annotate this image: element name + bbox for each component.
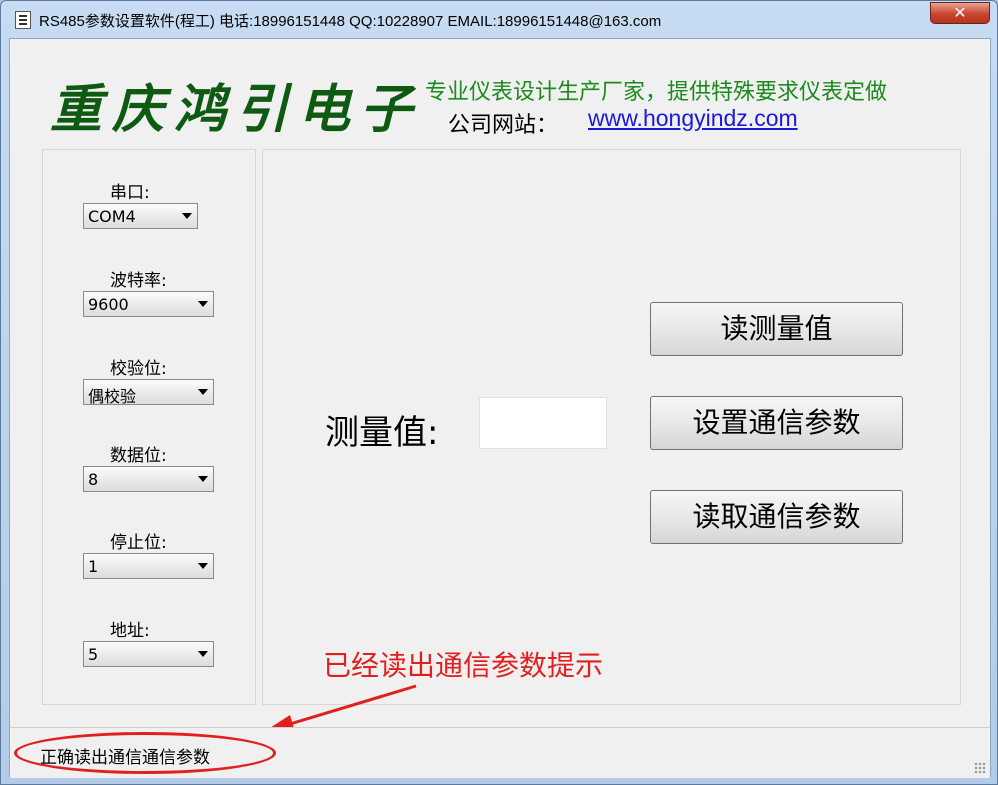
website-label: 公司网站： [448, 113, 559, 138]
chevron-down-icon [198, 389, 208, 395]
baud-label: 波特率: [110, 271, 167, 291]
parity-select[interactable]: 偶校验 [83, 379, 214, 406]
status-bar: 正确读出通信通信参数 [10, 727, 990, 778]
databits-select[interactable]: 8 [83, 466, 214, 492]
parity-value: 偶校验 [88, 387, 137, 406]
title-bar[interactable]: RS485参数设置软件(程工) 电话:18996151448 QQ:102289… [1, 1, 997, 37]
read-measure-button[interactable]: 读测量值 [650, 302, 903, 356]
stopbits-value: 1 [88, 557, 99, 576]
stopbits-select[interactable]: 1 [83, 553, 214, 579]
databits-value: 8 [88, 470, 99, 489]
client-area: 重庆鸿引电子 专业仪表设计生产厂家，提供特殊要求仪表定做 公司网站： www.h… [9, 38, 991, 778]
baud-select[interactable]: 9600 [83, 291, 214, 317]
company-logo: 重庆鸿引电子 [50, 79, 423, 140]
chevron-down-icon [182, 213, 192, 219]
close-icon: ✕ [953, 3, 967, 22]
address-select[interactable]: 5 [83, 641, 214, 667]
measure-label: 测量值: [325, 413, 439, 453]
baud-value: 9600 [88, 295, 129, 314]
chevron-down-icon [198, 651, 208, 657]
app-icon[interactable] [15, 11, 31, 29]
port-label: 串口: [110, 183, 150, 203]
stopbits-label: 停止位: [110, 533, 167, 553]
app-window: RS485参数设置软件(程工) 电话:18996151448 QQ:102289… [0, 0, 998, 785]
chevron-down-icon [198, 563, 208, 569]
serial-settings-panel: 串口: COM4 波特率: 9600 校验位: 偶校验 数据位: 8 停止位: [42, 149, 256, 705]
website-link[interactable]: www.hongyindz.com [588, 105, 798, 132]
close-button[interactable]: ✕ [930, 2, 990, 24]
resize-grip-icon[interactable] [974, 762, 986, 774]
chevron-down-icon [198, 301, 208, 307]
main-panel: 测量值: 读测量值 设置通信参数 读取通信参数 [262, 149, 961, 705]
read-params-button[interactable]: 读取通信参数 [650, 490, 903, 544]
port-select[interactable]: COM4 [83, 203, 198, 229]
address-label: 地址: [110, 621, 150, 641]
port-value: COM4 [88, 207, 136, 226]
set-params-button[interactable]: 设置通信参数 [650, 396, 903, 450]
measure-value-field[interactable] [479, 397, 607, 449]
parity-label: 校验位: [110, 359, 167, 379]
window-title: RS485参数设置软件(程工) 电话:18996151448 QQ:102289… [39, 13, 662, 30]
address-value: 5 [88, 645, 99, 664]
company-slogan: 专业仪表设计生产厂家，提供特殊要求仪表定做 [425, 80, 888, 105]
chevron-down-icon [198, 476, 208, 482]
annotation-text: 已经读出通信参数提示 [323, 649, 604, 682]
annotation-ellipse [14, 732, 276, 774]
databits-label: 数据位: [110, 446, 167, 466]
